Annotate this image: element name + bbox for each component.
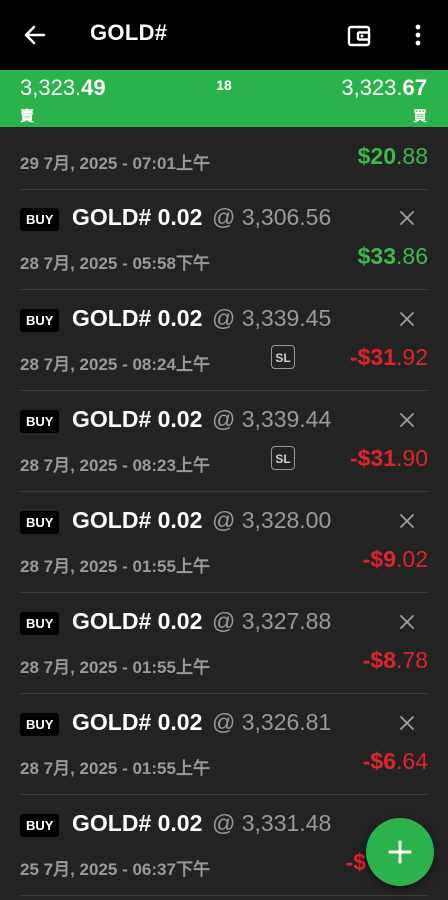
buy-label: 買 bbox=[413, 108, 427, 124]
order-type-badge: BUY bbox=[20, 612, 60, 635]
position-date: 28 7月, 2025 - 05:58下午 bbox=[20, 254, 210, 273]
order-type-badge: BUY bbox=[20, 410, 60, 433]
wallet-icon[interactable] bbox=[346, 23, 372, 49]
order-type-badge: BUY bbox=[20, 309, 60, 332]
order-type-badge: BUY bbox=[20, 814, 60, 837]
position-profit: $33.86 bbox=[357, 243, 428, 269]
page-title: GOLD# bbox=[90, 20, 168, 45]
position-profit: -$6.64 bbox=[362, 748, 428, 774]
plus-icon bbox=[388, 840, 412, 864]
close-icon[interactable] bbox=[398, 613, 416, 631]
more-vertical-icon[interactable] bbox=[406, 22, 430, 48]
sell-label: 賣 bbox=[20, 108, 34, 124]
position-date: 28 7月, 2025 - 01:55上午 bbox=[20, 557, 210, 576]
positions-list[interactable]: 29 7月, 2025 - 07:01上午 $20.88 BUY GOLD# 0… bbox=[0, 127, 448, 900]
position-profit: -$31.90 bbox=[349, 445, 428, 471]
close-icon[interactable] bbox=[398, 209, 416, 227]
position-date: 28 7月, 2025 - 01:55上午 bbox=[20, 658, 210, 677]
position-symbol: GOLD# 0.02 bbox=[72, 810, 203, 836]
position-profit: -$8.78 bbox=[362, 647, 428, 673]
position-symbol: GOLD# 0.02 bbox=[72, 507, 203, 533]
position-symbol: GOLD# 0.02 bbox=[72, 204, 203, 230]
close-icon[interactable] bbox=[398, 714, 416, 732]
position-profit: -$9.02 bbox=[362, 546, 428, 572]
position-profit: -$ bbox=[345, 849, 366, 875]
open-price: @ 3,331.48 bbox=[212, 810, 332, 836]
close-icon[interactable] bbox=[398, 512, 416, 530]
open-price: @ 3,326.81 bbox=[212, 709, 332, 735]
position-symbol: GOLD# 0.02 bbox=[72, 305, 203, 331]
new-order-button[interactable] bbox=[366, 818, 434, 886]
arrow-left-icon[interactable] bbox=[22, 22, 48, 48]
position-profit: -$31.92 bbox=[349, 344, 428, 370]
close-icon[interactable] bbox=[398, 310, 416, 328]
position-row[interactable]: BUY GOLD# 0.02 @ 3,306.56 28 7月, 2025 - … bbox=[20, 189, 428, 290]
position-date: 28 7月, 2025 - 08:23上午 bbox=[20, 456, 210, 475]
position-row[interactable]: 29 7月, 2025 - 07:01上午 $20.88 bbox=[20, 127, 428, 190]
position-row[interactable]: BUY GOLD# 0.02 @ 3,327.88 28 7月, 2025 - … bbox=[20, 593, 428, 694]
close-icon[interactable] bbox=[398, 411, 416, 429]
order-type-badge: BUY bbox=[20, 713, 60, 736]
position-date: 29 7月, 2025 - 07:01上午 bbox=[20, 154, 210, 173]
position-symbol: GOLD# 0.02 bbox=[72, 406, 203, 432]
position-date: 28 7月, 2025 - 08:24上午 bbox=[20, 355, 210, 374]
open-price: @ 3,327.88 bbox=[212, 608, 332, 634]
position-row[interactable]: BUY GOLD# 0.02 @ 3,328.00 28 7月, 2025 - … bbox=[20, 492, 428, 593]
open-price: @ 3,339.44 bbox=[212, 406, 332, 432]
position-date: 25 7月, 2025 - 06:37下午 bbox=[20, 860, 210, 879]
top-app-bar: GOLD# bbox=[0, 0, 448, 70]
position-symbol: GOLD# 0.02 bbox=[72, 709, 203, 735]
open-price: @ 3,328.00 bbox=[212, 507, 332, 533]
position-row[interactable]: BUY GOLD# 0.02 @ 3,326.81 28 7月, 2025 - … bbox=[20, 694, 428, 795]
position-profit: $20.88 bbox=[357, 143, 428, 169]
position-row[interactable]: BUY GOLD# 0.02 @ 3,339.45 28 7月, 2025 - … bbox=[20, 290, 428, 391]
ask-price[interactable]: 3,323.67 bbox=[341, 75, 427, 101]
stop-loss-badge: SL bbox=[271, 345, 295, 369]
position-symbol: GOLD# 0.02 bbox=[72, 608, 203, 634]
order-type-badge: BUY bbox=[20, 511, 60, 534]
open-price: @ 3,339.45 bbox=[212, 305, 332, 331]
quote-bar: 3,323.49 18 3,323.67 賣 買 bbox=[0, 70, 448, 127]
position-date: 28 7月, 2025 - 01:55上午 bbox=[20, 759, 210, 778]
order-type-badge: BUY bbox=[20, 208, 60, 231]
stop-loss-badge: SL bbox=[271, 446, 295, 470]
position-row[interactable]: BUY GOLD# 0.02 @ 3,339.44 28 7月, 2025 - … bbox=[20, 391, 428, 492]
open-price: @ 3,306.56 bbox=[212, 204, 332, 230]
